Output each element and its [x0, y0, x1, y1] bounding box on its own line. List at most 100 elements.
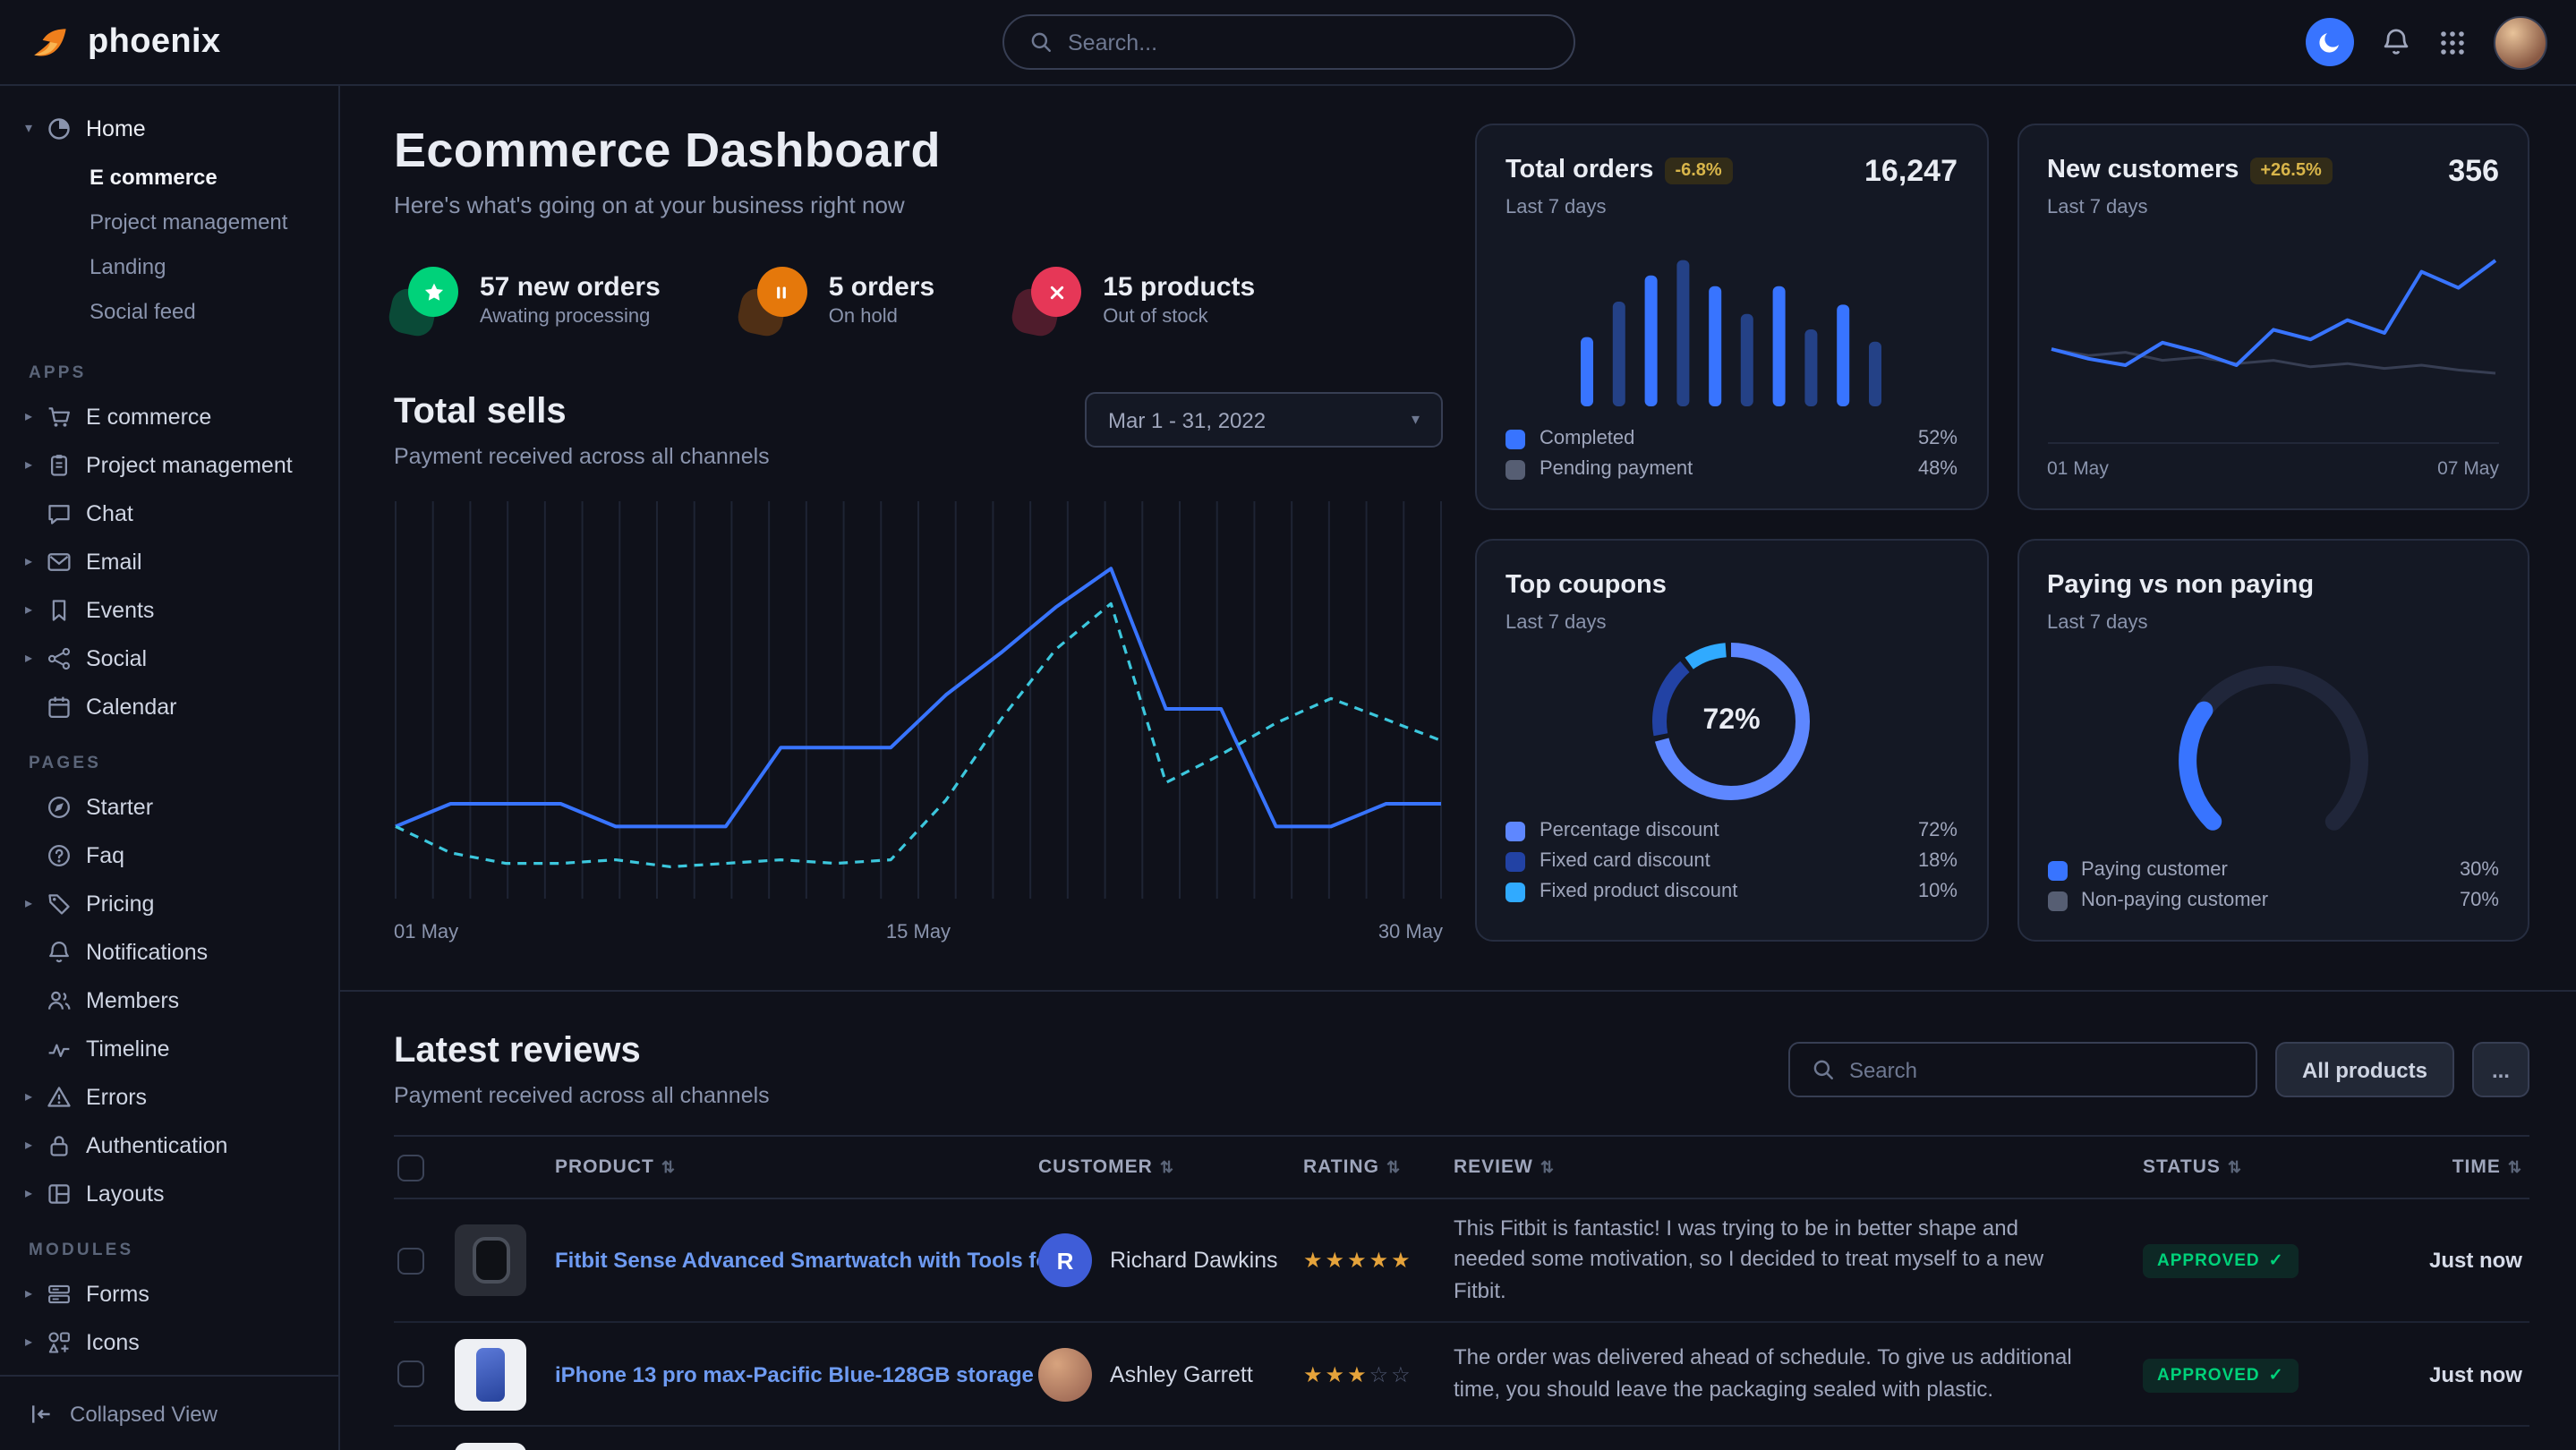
column-header-status[interactable]: STATUS⇅ [2143, 1156, 2365, 1178]
legend-swatch [1506, 851, 1525, 871]
sidebar-item-icons[interactable]: ▸Icons [0, 1318, 338, 1366]
sort-icon[interactable]: ⇅ [1386, 1157, 1401, 1177]
column-label: PRODUCT [555, 1156, 654, 1178]
sidebar-item-e-commerce[interactable]: ▸E commerce [0, 392, 338, 440]
star-filled-icon: ★ [1369, 1248, 1392, 1273]
legend-label: Fixed product discount [1540, 881, 1737, 902]
column-label: REVIEW [1454, 1156, 1533, 1178]
sort-icon[interactable]: ⇅ [2228, 1157, 2242, 1177]
product-cell: iPhone 13 pro max-Pacific Blue-128GB sto… [555, 1361, 1038, 1386]
sidebar-item-timeline[interactable]: Timeline [0, 1024, 338, 1072]
sidebar-item-social[interactable]: ▸Social [0, 634, 338, 682]
checkbox-cell [394, 1247, 455, 1274]
sidebar-item-faq[interactable]: Faq [0, 831, 338, 879]
stat-label: Awating processing [480, 305, 661, 327]
sidebar-item-calendar[interactable]: Calendar [0, 682, 338, 730]
bell-icon [2381, 27, 2411, 57]
sidebar-item-label: Pricing [86, 891, 154, 916]
more-options-button[interactable]: ... [2472, 1042, 2529, 1097]
review-text: This Fitbit is fantastic! I was trying t… [1454, 1214, 2143, 1307]
apps-grid-button[interactable] [2438, 28, 2467, 56]
stat-out-of-stock: 15 productsOut of stock [1017, 267, 1255, 331]
sidebar-item-label: Calendar [86, 694, 176, 719]
column-header-rating[interactable]: RATING⇅ [1303, 1156, 1454, 1178]
caret-right-icon: ▸ [25, 895, 47, 911]
row-checkbox[interactable] [397, 1360, 424, 1387]
stat-label: Out of stock [1103, 305, 1255, 327]
brand[interactable]: phoenix [29, 20, 387, 64]
chat-icon [47, 500, 72, 525]
legend-item: Pending payment48% [1506, 458, 1958, 480]
sidebar-item-events[interactable]: ▸Events [0, 585, 338, 634]
sidebar-item-notifications[interactable]: Notifications [0, 927, 338, 976]
paying-legend: Paying customer30%Non-paying customer70% [2047, 859, 2499, 911]
sidebar-nav: ▾HomeE commerceProject managementLanding… [0, 86, 338, 1375]
legend-label: Fixed card discount [1540, 850, 1710, 872]
date-range-select[interactable]: Mar 1 - 31, 2022 ▾ [1085, 392, 1443, 448]
column-header-product[interactable]: PRODUCT ⇅ [555, 1156, 1038, 1178]
total-sells-x-axis: 01 May 15 May 30 May [394, 922, 1443, 943]
navbar-search-input[interactable] [1068, 30, 1548, 55]
sidebar-subitem-social-feed[interactable]: Social feed [0, 288, 338, 333]
navbar-search[interactable] [1002, 14, 1574, 70]
sidebar-item-members[interactable]: Members [0, 976, 338, 1024]
sidebar-item-home[interactable]: ▾Home [0, 104, 338, 152]
column-header-customer[interactable]: CUSTOMER⇅ [1038, 1156, 1303, 1178]
sidebar-item-label: Faq [86, 842, 124, 867]
caret-right-icon: ▸ [25, 1137, 47, 1153]
theme-toggle-button[interactable] [2306, 18, 2354, 66]
latest-reviews-section: Latest reviews Payment received across a… [340, 992, 2576, 1450]
share-icon [47, 645, 72, 670]
sidebar-item-pricing[interactable]: ▸ Pricing [0, 879, 338, 927]
sidebar-item-email[interactable]: ▸Email [0, 537, 338, 585]
sort-icon[interactable]: ⇅ [661, 1157, 676, 1177]
card-title: Top coupons [1506, 571, 1667, 600]
sidebar-item-chat[interactable]: Chat [0, 489, 338, 537]
collapsed-view-toggle[interactable]: Collapsed View [0, 1375, 338, 1450]
all-products-button[interactable]: All products [2275, 1042, 2454, 1097]
status-text: APPROVED [2157, 1365, 2260, 1385]
paying-vs-non-paying-card: Paying vs non paying Last 7 days Paying … [2017, 539, 2529, 942]
tag-icon [47, 891, 72, 916]
sidebar-item-forms[interactable]: ▸Forms [0, 1269, 338, 1318]
card-title: Paying vs non paying [2047, 571, 2314, 600]
star-filled-icon: ★ [1347, 1361, 1369, 1386]
sidebar-subitem-project-management[interactable]: Project management [0, 199, 338, 243]
question-icon [47, 842, 72, 867]
customer-avatar [1038, 1347, 1092, 1401]
sidebar-item-errors[interactable]: ▸Errors [0, 1072, 338, 1121]
sidebar-item-label: Notifications [86, 939, 208, 964]
sort-icon[interactable]: ⇅ [2508, 1157, 2522, 1177]
customer-cell: RRichard Dawkins [1038, 1233, 1303, 1287]
select-all-checkbox[interactable] [397, 1154, 424, 1181]
row-checkbox[interactable] [397, 1247, 424, 1274]
sidebar-item-starter[interactable]: Starter [0, 782, 338, 831]
notifications-button[interactable] [2381, 27, 2411, 57]
sidebar-item-tables[interactable]: ▸Tables [0, 1366, 338, 1375]
sidebar-item-label: Email [86, 549, 142, 574]
product-link[interactable]: iPhone 13 pro max-Pacific Blue-128GB sto… [555, 1361, 1038, 1386]
sidebar-item-authentication[interactable]: ▸ Authentication [0, 1121, 338, 1169]
sidebar-item-label: Authentication [86, 1132, 227, 1157]
reviews-search-input[interactable] [1849, 1057, 2234, 1082]
sidebar-item-layouts[interactable]: ▸Layouts [0, 1169, 338, 1217]
user-avatar[interactable] [2494, 15, 2547, 69]
column-header-review[interactable]: REVIEW ⇅ [1454, 1156, 2143, 1178]
table-row [394, 1427, 2529, 1450]
legend-swatch [1506, 459, 1525, 479]
product-link[interactable]: Fitbit Sense Advanced Smartwatch with To… [555, 1248, 1038, 1273]
sidebar-subitem-e-commerce[interactable]: E commerce [0, 154, 338, 199]
donut-center-label: 72% [1648, 637, 1816, 806]
card-title: New customers [2047, 156, 2239, 184]
legend-value: 52% [1918, 428, 1958, 449]
time-cell: Just now [2365, 1244, 2529, 1276]
sidebar-subitem-landing[interactable]: Landing [0, 243, 338, 288]
reviews-search[interactable] [1788, 1042, 2257, 1097]
reviews-subtitle: Payment received across all channels [394, 1083, 770, 1108]
sort-icon[interactable]: ⇅ [1540, 1157, 1555, 1177]
sort-icon[interactable]: ⇅ [1160, 1157, 1174, 1177]
search-icon [1812, 1058, 1835, 1081]
sidebar-item-project-management[interactable]: ▸Project management [0, 440, 338, 489]
legend-value: 70% [2460, 890, 2499, 911]
column-header-time[interactable]: TIME⇅ [2365, 1156, 2529, 1178]
